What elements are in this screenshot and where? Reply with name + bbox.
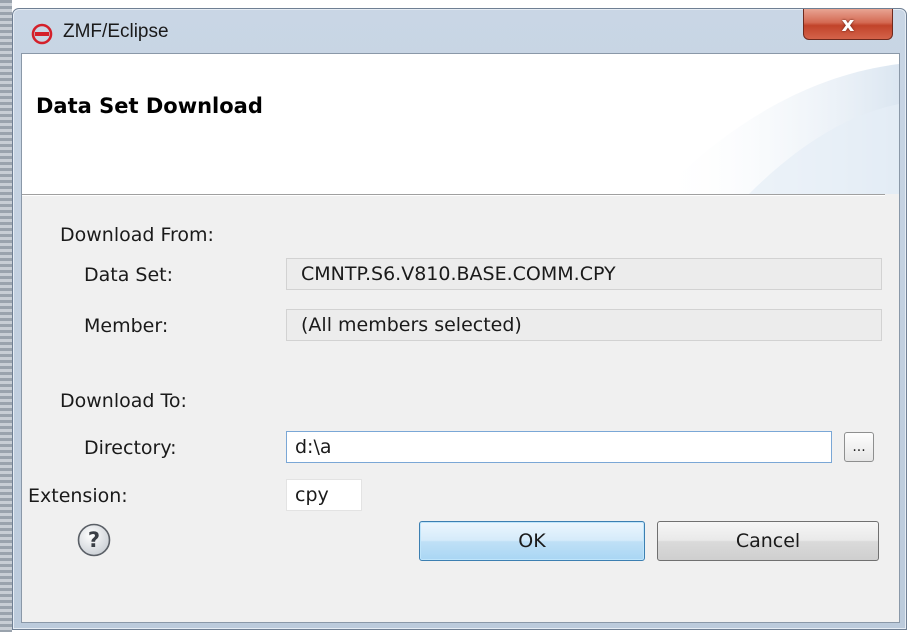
extension-input[interactable]: cpy xyxy=(286,479,362,511)
window-title: ZMF/Eclipse xyxy=(63,21,169,42)
member-field: (All members selected) xyxy=(286,309,882,341)
svg-text:?: ? xyxy=(88,528,100,552)
member-label: Member: xyxy=(84,315,169,337)
banner-separator xyxy=(22,194,885,196)
banner-decoration xyxy=(659,64,899,194)
extension-label: Extension: xyxy=(28,485,128,507)
zmf-app-icon xyxy=(31,23,53,45)
cancel-button[interactable]: Cancel xyxy=(657,521,879,561)
close-icon: x xyxy=(841,12,855,36)
page-title: Data Set Download xyxy=(36,94,263,118)
download-to-heading: Download To: xyxy=(60,390,187,412)
background-window-edge xyxy=(0,0,12,632)
browse-button[interactable]: ... xyxy=(844,432,874,462)
ok-button[interactable]: OK xyxy=(419,521,645,561)
title-bar[interactable]: ZMF/Eclipse x xyxy=(13,9,906,53)
dialog-window: ZMF/Eclipse x Data Set Download Download… xyxy=(12,8,907,630)
close-button[interactable]: x xyxy=(803,9,893,40)
download-from-heading: Download From: xyxy=(60,224,214,246)
directory-input[interactable]: d:\a xyxy=(286,431,832,463)
directory-label: Directory: xyxy=(84,437,177,459)
data-set-label: Data Set: xyxy=(84,264,174,286)
title-banner: Data Set Download xyxy=(22,54,899,194)
help-icon[interactable]: ? xyxy=(77,523,111,557)
data-set-field: CMNTP.S6.V810.BASE.COMM.CPY xyxy=(286,258,882,290)
